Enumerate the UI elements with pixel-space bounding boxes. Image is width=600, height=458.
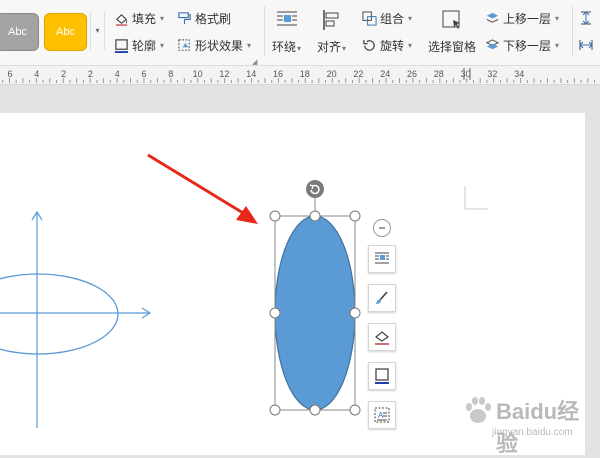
page-margin-corner — [464, 186, 488, 210]
paint-bucket-icon — [374, 331, 390, 345]
resize-handle-bottom-left[interactable] — [269, 404, 281, 416]
text-wrap-icon — [375, 252, 389, 264]
watermark-text: Baidu经验 — [496, 399, 580, 456]
resize-handle-top-right[interactable] — [349, 210, 361, 222]
red-arrow-shaft — [147, 153, 249, 218]
horizontal-ellipse-shape[interactable] — [0, 273, 119, 355]
float-style-button[interactable] — [368, 284, 396, 312]
resize-handle-top-left[interactable] — [269, 210, 281, 222]
selected-vertical-ellipse[interactable] — [274, 215, 356, 411]
resize-handle-left[interactable] — [269, 307, 281, 319]
rotation-handle[interactable] — [306, 180, 324, 198]
resize-handle-top[interactable] — [309, 210, 321, 222]
resize-handle-bottom-right[interactable] — [349, 404, 361, 416]
red-arrow-head — [236, 206, 258, 224]
drawing-canvas — [0, 153, 488, 428]
resize-handle-bottom[interactable] — [309, 404, 321, 416]
outline-icon — [375, 368, 389, 384]
collapse-toolbar-button[interactable] — [373, 219, 391, 237]
minus-icon — [379, 227, 385, 229]
paw-logo-icon — [466, 397, 491, 423]
baidu-watermark: Baidu经验 jingyan.baidu.com — [462, 392, 592, 456]
watermark-url: jingyan.baidu.com — [492, 427, 573, 438]
brush-icon — [376, 291, 388, 304]
resize-handle-right[interactable] — [349, 307, 361, 319]
float-layout-button[interactable]: A — [368, 401, 396, 429]
float-outline-button[interactable] — [368, 362, 396, 390]
float-fill-button[interactable] — [368, 323, 396, 351]
layout-options-icon: A — [374, 407, 390, 423]
float-wrap-button[interactable] — [368, 245, 396, 273]
